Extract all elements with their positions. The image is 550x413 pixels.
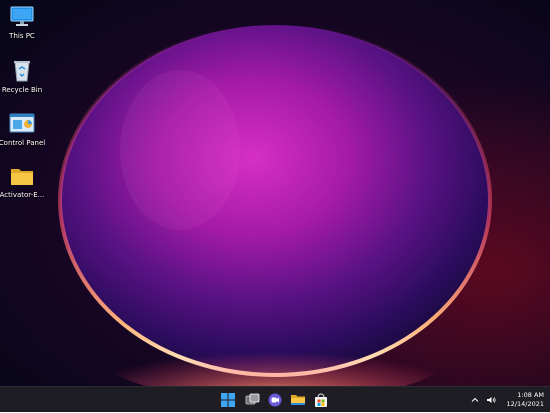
this-pc-icon: [8, 4, 36, 30]
desktop-icon-label: Recycle Bin: [1, 86, 43, 94]
desktop[interactable]: This PC Recycle Bin Control Panel Activa…: [0, 0, 550, 386]
desktop-icon-label: This PC: [9, 32, 35, 40]
task-view-icon: [245, 393, 260, 405]
store-button[interactable]: [311, 390, 331, 410]
chat-icon: [268, 393, 282, 407]
taskbar: 1:08 AM 12/14/2021: [0, 386, 550, 412]
desktop-icon-label: Activator-E...: [0, 191, 45, 199]
volume-icon[interactable]: [485, 394, 497, 406]
store-icon: [315, 393, 327, 407]
desktop-icon-control-panel[interactable]: Control Panel: [0, 111, 45, 148]
clock[interactable]: 1:08 AM 12/14/2021: [507, 391, 544, 409]
control-panel-icon: [8, 111, 36, 137]
folder-icon: [8, 163, 36, 189]
desktop-icon-activator-folder[interactable]: Activator-E...: [0, 163, 44, 200]
clock-time: 1:08 AM: [517, 391, 544, 399]
start-button[interactable]: [218, 390, 238, 410]
clock-date: 12/14/2021: [506, 400, 544, 408]
file-explorer-button[interactable]: [288, 390, 308, 410]
wallpaper: [0, 0, 550, 386]
chat-button[interactable]: [265, 390, 285, 410]
task-view-button[interactable]: [242, 390, 262, 410]
windows-start-icon: [221, 393, 235, 407]
system-tray: 1:08 AM 12/14/2021: [469, 387, 544, 413]
recycle-bin-icon: [8, 58, 36, 84]
desktop-icon-recycle-bin[interactable]: Recycle Bin: [0, 58, 44, 95]
chevron-up-icon[interactable]: [469, 394, 481, 406]
desktop-icon-this-pc[interactable]: This PC: [0, 4, 44, 41]
desktop-icon-label: Control Panel: [0, 139, 46, 147]
file-explorer-icon: [291, 395, 305, 405]
